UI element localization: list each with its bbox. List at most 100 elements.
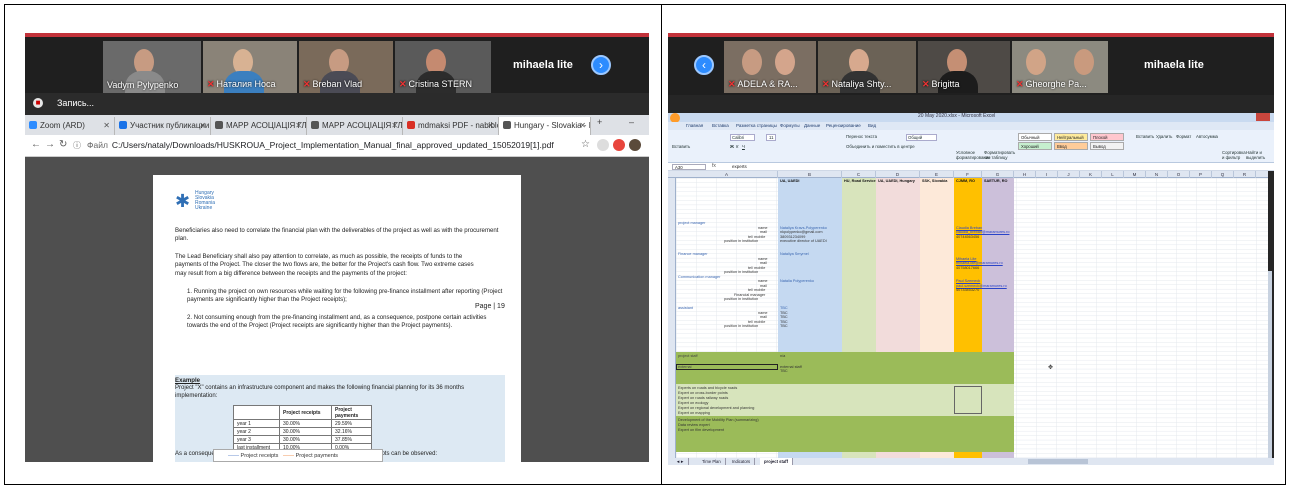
style-good[interactable]: Хороший bbox=[1018, 142, 1052, 150]
ribbon-tab[interactable]: Вставка bbox=[712, 123, 729, 128]
column-header[interactable]: M bbox=[1124, 171, 1146, 178]
cell-value[interactable]: executive director of UAEDI bbox=[780, 239, 827, 243]
column-header[interactable]: P bbox=[1190, 171, 1212, 178]
url-field[interactable]: Файл C:/Users/nataly/Downloads/HUSKROUA_P… bbox=[87, 140, 554, 150]
prev-page-arrow-icon[interactable]: ‹ bbox=[694, 55, 714, 75]
partner-header[interactable]: UA, UAEDI bbox=[780, 179, 799, 183]
expert-row[interactable]: Expert on roads railway roads bbox=[678, 396, 728, 400]
sheet-tab[interactable]: Indicators bbox=[728, 458, 756, 465]
close-tab-icon[interactable]: ✕ bbox=[295, 117, 302, 135]
partner-header[interactable]: SAETUR, RO bbox=[984, 179, 1007, 183]
expert-row[interactable]: Expert on cross-border points bbox=[678, 391, 728, 395]
extension-icon[interactable] bbox=[597, 139, 609, 151]
cell-value[interactable]: Paul Szemeck bbox=[956, 279, 980, 283]
browser-tab-active[interactable]: Hungary - Slovakia - R ✕ bbox=[499, 117, 591, 135]
find-select-button[interactable]: Найти и выделить bbox=[1246, 150, 1270, 160]
cell-value[interactable]: Natalia Polyperenko bbox=[780, 279, 814, 283]
style-neutral[interactable]: Нейтральный bbox=[1054, 133, 1088, 141]
ribbon-tab[interactable]: Данные bbox=[804, 123, 820, 128]
expert-row[interactable]: Data review expert bbox=[678, 423, 710, 427]
participant-thumb[interactable]: ✕ Brigitta bbox=[918, 41, 1010, 93]
field-label[interactable]: position in institution bbox=[724, 324, 758, 328]
bookmark-star-icon[interactable]: ☆ bbox=[581, 139, 590, 150]
browser-tab[interactable]: mdmaksi PDF - nabiblo ✕ bbox=[403, 117, 499, 135]
merge-center-button[interactable]: Объединить и поместить в центре bbox=[846, 144, 915, 149]
ribbon-tab[interactable]: Главная bbox=[686, 123, 703, 128]
participant-thumb[interactable]: ✕ Breban Vlad bbox=[299, 41, 393, 93]
close-tab-icon[interactable]: ✕ bbox=[579, 117, 586, 135]
opera-icon[interactable] bbox=[613, 139, 625, 151]
spreadsheet-grid[interactable]: ABCDEFGHIJKLMNOPQR ✥ UA, UAEDI HU, Road … bbox=[668, 171, 1272, 458]
column-header[interactable]: O bbox=[1168, 171, 1190, 178]
partner-header[interactable]: HU, Road Service bbox=[844, 179, 876, 183]
wrap-text-button[interactable]: Перенос текста bbox=[846, 134, 877, 139]
expert-row[interactable]: Development of the Mobility Plan (summar… bbox=[678, 418, 759, 422]
italic-button[interactable]: К bbox=[736, 144, 739, 149]
column-header[interactable]: G bbox=[982, 171, 1014, 178]
minimize-icon[interactable]: – bbox=[629, 117, 634, 127]
cell-value[interactable]: n/a bbox=[780, 354, 785, 358]
field-label[interactable]: name bbox=[758, 279, 768, 283]
expert-row[interactable]: Expert on ecology bbox=[678, 401, 708, 405]
section-label[interactable]: project manager bbox=[678, 221, 705, 225]
cell-value[interactable]: claudia_breban@maramures.ro bbox=[956, 230, 1009, 234]
field-label[interactable]: mail bbox=[760, 315, 767, 319]
expert-row[interactable]: Expert on regional development and plann… bbox=[678, 406, 754, 410]
ribbon-tab[interactable]: Разметка страницы bbox=[736, 123, 777, 128]
conditional-format-button[interactable]: Условное форматирование bbox=[956, 150, 991, 160]
partner-header[interactable]: CJMM, RO bbox=[956, 179, 975, 183]
participant-thumb[interactable]: ✕ Наталия Носа bbox=[203, 41, 297, 93]
column-header[interactable]: I bbox=[1036, 171, 1058, 178]
expert-row[interactable]: Experts on roads and bicycle roads bbox=[678, 386, 737, 390]
field-label[interactable]: position in institution bbox=[724, 239, 758, 243]
browser-tab[interactable]: Участник публикации ✕ bbox=[115, 117, 211, 135]
bold-button[interactable]: Ж bbox=[730, 144, 734, 149]
close-tab-icon[interactable]: ✕ bbox=[391, 117, 398, 135]
ribbon-tab[interactable]: Формулы bbox=[780, 123, 800, 128]
column-header[interactable]: N bbox=[1146, 171, 1168, 178]
style-normal[interactable]: Обычный bbox=[1018, 133, 1052, 141]
close-tab-icon[interactable]: ✕ bbox=[103, 117, 110, 135]
browser-tab[interactable]: Zoom (ARD) ✕ bbox=[25, 117, 115, 135]
cell-value[interactable]: TBC bbox=[780, 315, 788, 319]
column-header[interactable]: K bbox=[1080, 171, 1102, 178]
column-header[interactable]: J bbox=[1058, 171, 1080, 178]
participant-thumb[interactable]: ✕ Cristina STERN bbox=[395, 41, 491, 93]
forward-icon[interactable]: → bbox=[45, 139, 55, 150]
section-label[interactable]: project staff bbox=[678, 354, 698, 358]
format-as-table-button[interactable]: Форматировать как таблицу bbox=[984, 150, 1015, 160]
cell-value[interactable]: TBC bbox=[780, 306, 788, 310]
browser-tab[interactable]: МАРР АСОЦІАЦІЯ ГЛ ✕ bbox=[307, 117, 403, 135]
style-bad[interactable]: Плохой bbox=[1090, 133, 1124, 141]
formula-input[interactable]: experts bbox=[732, 164, 747, 169]
cell-value[interactable]: 40758017666 bbox=[956, 266, 979, 270]
cell-value[interactable]: nkpolypenko@gmail.com bbox=[780, 230, 822, 234]
expert-row[interactable]: Expert on film development bbox=[678, 428, 724, 432]
expert-row[interactable]: Expert on mapping bbox=[678, 411, 710, 415]
underline-button[interactable]: Ч bbox=[742, 144, 745, 149]
participant-thumb[interactable]: ✕ ADELA & RA... bbox=[724, 41, 816, 93]
window-close-icon[interactable] bbox=[1256, 113, 1270, 121]
ribbon-tab[interactable]: Рецензирование bbox=[826, 123, 861, 128]
profile-avatar-icon[interactable] bbox=[629, 139, 641, 151]
section-label[interactable]: Finance manager bbox=[678, 252, 708, 256]
cell-value[interactable]: Nataliya Smyrnel bbox=[780, 252, 809, 256]
next-page-arrow-icon[interactable]: › bbox=[591, 55, 611, 75]
browser-tab[interactable]: МАРР АСОЦІАЦІЯ ГЛ ✕ bbox=[211, 117, 307, 135]
cell-value[interactable]: 40744563456 bbox=[956, 235, 979, 239]
field-label[interactable]: position in institution bbox=[724, 270, 758, 274]
style-input[interactable]: Ввод bbox=[1054, 142, 1088, 150]
back-icon[interactable]: ← bbox=[31, 139, 41, 150]
paste-button[interactable]: Вставить bbox=[672, 144, 690, 149]
field-label[interactable]: position in institution bbox=[724, 297, 758, 301]
cell-value[interactable]: TBC bbox=[780, 369, 788, 373]
column-header[interactable]: E bbox=[920, 171, 954, 178]
autosum-button[interactable]: Автосумма bbox=[1196, 134, 1218, 139]
font-size-select[interactable]: 11 bbox=[766, 134, 777, 141]
section-label[interactable]: Communication manager bbox=[678, 275, 720, 279]
sort-filter-button[interactable]: Сортировка и фильтр bbox=[1222, 150, 1246, 160]
format-cells-button[interactable]: Формат bbox=[1176, 134, 1191, 139]
column-header[interactable]: H bbox=[1014, 171, 1036, 178]
sheet-nav-icon[interactable]: ◄► bbox=[672, 458, 690, 465]
section-label[interactable]: assistant bbox=[678, 306, 693, 310]
